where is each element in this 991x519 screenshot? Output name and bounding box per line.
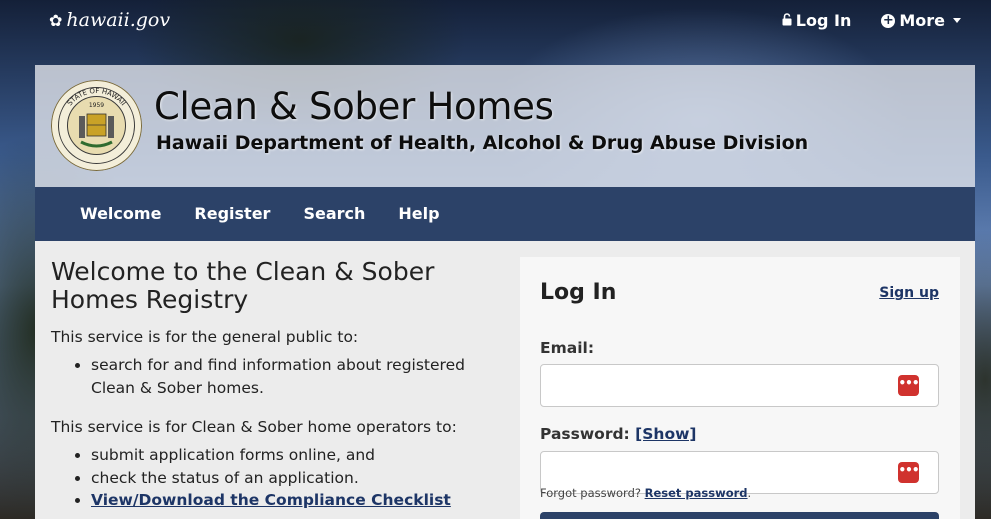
email-field[interactable] [540,364,939,407]
top-login-link[interactable]: Log In [782,11,852,30]
public-intro: This service is for the general public t… [51,328,359,346]
reset-password-link[interactable]: Reset password [645,486,748,500]
welcome-section: Welcome to the Clean & Sober Homes Regis… [51,258,491,512]
lock-icon [782,13,792,26]
operator-list: submit application forms online, and che… [91,444,491,512]
plus-circle-icon: + [881,12,896,28]
more-menu[interactable]: + More [881,11,961,30]
hawaii-gov-brand[interactable]: ✿ hawaii.gov [49,9,170,31]
content-area: Welcome to the Clean & Sober Homes Regis… [35,241,975,519]
top-bar: ✿ hawaii.gov Log In + More [0,0,991,44]
reset-suffix: . [747,486,752,500]
svg-text:1959: 1959 [89,102,104,109]
forgot-password-row: Forgot password? Reset password. [540,486,751,500]
login-submit-button[interactable] [540,512,939,519]
site-header: STATE OF HAWAII 1959 Clean & Sober Homes… [35,65,975,187]
page-container: STATE OF HAWAII 1959 Clean & Sober Homes… [35,65,975,519]
password-label-row: Password: [Show] [540,425,697,443]
show-password-link[interactable]: [Show] [635,425,696,443]
login-title: Log In [540,280,617,305]
list-item: submit application forms online, and [91,444,491,467]
password-manager-icon[interactable]: ••• [898,462,920,483]
forgot-text: Forgot password? [540,486,641,500]
list-item: View/Download the Compliance Checklist [91,489,491,512]
nav-help[interactable]: Help [398,187,439,241]
signup-link[interactable]: Sign up [879,285,939,301]
main-navbar: Welcome Register Search Help [35,187,975,241]
site-title: Clean & Sober Homes [154,85,554,128]
more-label: More [899,11,945,30]
list-item: check the status of an application. [91,467,491,490]
password-label: Password: [540,425,630,443]
state-seal-logo: STATE OF HAWAII 1959 [51,80,142,171]
caret-down-icon [953,18,961,23]
hibiscus-icon: ✿ [49,10,63,30]
email-label: Email: [540,339,595,357]
nav-welcome[interactable]: Welcome [80,187,161,241]
public-list: search for and find information about re… [91,354,491,400]
brand-text: hawaii.gov [66,9,171,31]
site-subtitle: Hawaii Department of Health, Alcohol & D… [156,132,809,154]
operator-intro: This service is for Clean & Sober home o… [51,418,457,436]
login-panel: Log In Sign up Email: ••• Password: [Sho… [520,257,960,519]
password-manager-icon[interactable]: ••• [898,375,920,396]
checklist-link[interactable]: View/Download the Compliance Checklist [91,491,451,509]
nav-register[interactable]: Register [194,187,270,241]
list-item: search for and find information about re… [91,354,491,400]
welcome-title: Welcome to the Clean & Sober Homes Regis… [51,257,435,314]
top-login-label: Log In [795,11,852,30]
nav-search[interactable]: Search [303,187,365,241]
top-nav: Log In + More [782,11,961,30]
